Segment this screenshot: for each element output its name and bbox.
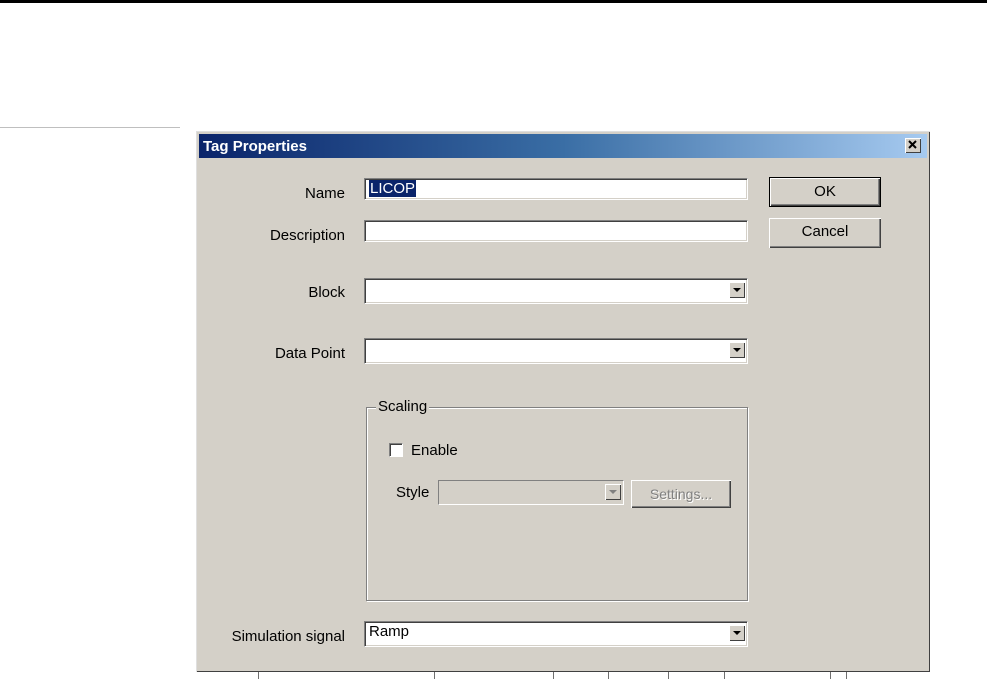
dialog-titlebar[interactable]: Tag Properties xyxy=(199,134,927,158)
strip-tick xyxy=(830,672,831,679)
name-input[interactable]: LICOP xyxy=(364,178,748,200)
scaling-legend: Scaling xyxy=(376,398,430,415)
settings-button[interactable]: Settings... xyxy=(631,480,731,508)
chevron-down-icon xyxy=(733,631,741,635)
data-point-label: Data Point xyxy=(274,345,345,362)
simulation-signal-dropdown-button[interactable] xyxy=(729,625,745,641)
dialog-title: Tag Properties xyxy=(203,138,307,155)
strip-tick xyxy=(553,672,554,679)
style-label: Style xyxy=(396,484,430,501)
data-point-combo[interactable] xyxy=(364,338,748,364)
strip-tick xyxy=(846,672,847,679)
ok-button[interactable]: OK xyxy=(769,177,881,207)
chevron-down-icon xyxy=(733,348,741,352)
strip-tick xyxy=(258,672,259,679)
strip-tick xyxy=(668,672,669,679)
simulation-signal-value: Ramp xyxy=(369,623,410,640)
close-button[interactable] xyxy=(905,138,921,153)
block-label: Block xyxy=(308,284,345,301)
cancel-button[interactable]: Cancel xyxy=(769,218,881,248)
chevron-down-icon xyxy=(733,288,741,292)
close-icon xyxy=(908,140,917,149)
data-point-dropdown-button[interactable] xyxy=(729,342,745,358)
strip-tick xyxy=(434,672,435,679)
name-input-value: LICOP xyxy=(369,180,417,197)
style-combo[interactable] xyxy=(438,480,624,505)
top-page-rule xyxy=(0,0,987,3)
block-combo[interactable] xyxy=(364,278,748,304)
description-input[interactable] xyxy=(364,220,748,242)
name-label: Name xyxy=(304,185,345,202)
simulation-signal-combo[interactable]: Ramp xyxy=(364,621,748,647)
style-dropdown-button[interactable] xyxy=(605,484,621,500)
chevron-down-icon xyxy=(609,490,617,494)
enable-label[interactable]: Enable xyxy=(411,442,458,459)
left-rule xyxy=(0,127,180,128)
bottom-strip xyxy=(196,672,987,679)
strip-tick xyxy=(608,672,609,679)
enable-checkbox[interactable] xyxy=(389,443,403,457)
simulation-signal-label: Simulation signal xyxy=(231,628,345,645)
strip-tick xyxy=(724,672,725,679)
description-label: Description xyxy=(269,227,345,244)
tag-properties-dialog: Tag Properties Name LICOP Description Bl… xyxy=(196,131,930,672)
block-dropdown-button[interactable] xyxy=(729,282,745,298)
